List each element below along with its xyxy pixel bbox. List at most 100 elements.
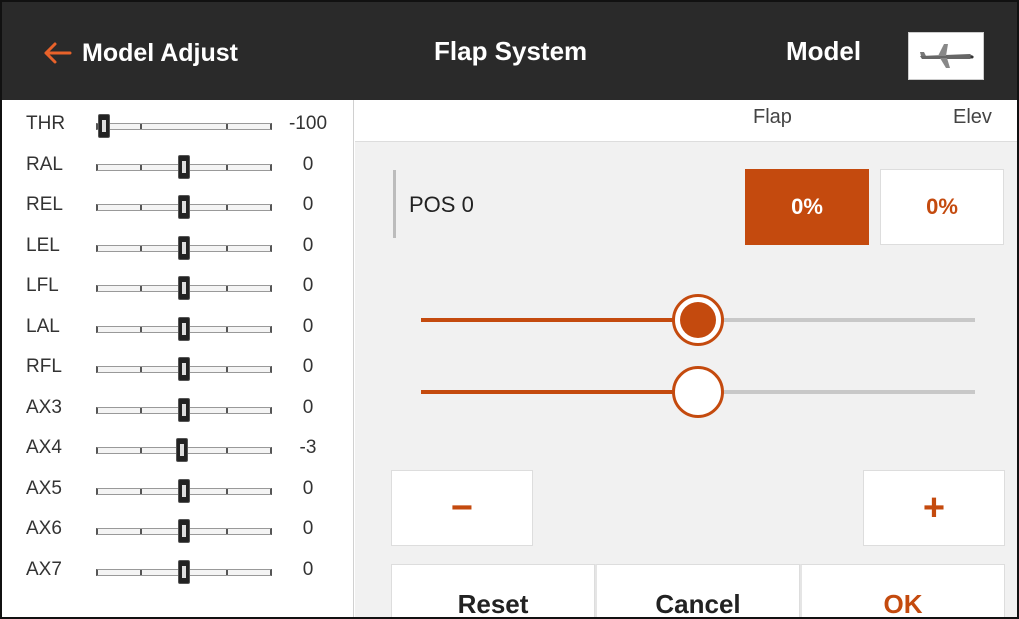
channel-bar-tick — [226, 407, 228, 413]
decrement-button[interactable]: − — [391, 470, 533, 546]
channel-bar-tick — [140, 529, 142, 534]
channel-row: THR -100 — [2, 104, 354, 144]
channel-bar-tick — [140, 326, 142, 332]
channel-bar-tick — [140, 286, 142, 291]
position-indicator — [393, 170, 396, 238]
channel-bar-tick — [226, 124, 228, 129]
channel-bar-tick — [226, 326, 228, 332]
flap-slider-knob[interactable] — [672, 294, 724, 346]
flap-system-panel: Flap Elev POS 0 0% 0% − + Reset Cancel O… — [355, 100, 1017, 617]
back-arrow-icon — [44, 42, 72, 64]
channel-bar-tick — [140, 245, 142, 251]
channel-monitor: THR -100 RAL 0 REL 0 LEL 0 LFL 0 LAL 0 RFL 0 AX3 0 AX4 -3… — [2, 100, 354, 617]
channel-bar — [96, 519, 272, 543]
flap-slider[interactable] — [421, 290, 975, 350]
channel-position-marker — [98, 114, 110, 138]
channel-bar-tick — [226, 245, 228, 251]
channel-name: THR — [26, 113, 66, 134]
channel-bar-tick — [226, 286, 228, 291]
elev-slider[interactable] — [421, 362, 975, 422]
position-label: POS 0 — [409, 192, 474, 217]
channel-value: 0 — [302, 315, 314, 337]
channel-bar-tick — [226, 164, 228, 170]
channel-bar — [96, 438, 272, 462]
channel-name: AX5 — [26, 477, 62, 499]
channel-value: 0 — [302, 234, 314, 256]
channel-bar — [96, 276, 272, 300]
flap-value-box[interactable]: 0% — [745, 169, 869, 245]
channel-value: 0 — [302, 396, 314, 418]
slider-fill — [421, 390, 698, 394]
channel-bar — [96, 357, 272, 381]
channel-value: 0 — [302, 356, 314, 377]
col-header-elev: Elev — [953, 106, 992, 128]
slider-fill — [421, 318, 698, 322]
channel-bar-tick — [140, 124, 142, 129]
channel-bar-tick — [140, 205, 142, 210]
channel-name: AX3 — [26, 396, 62, 418]
channel-name: RFL — [26, 356, 62, 377]
header-bar: Model Adjust Flap System Model — [2, 2, 1017, 100]
plus-icon: + — [922, 486, 946, 529]
channel-name: LEL — [26, 234, 60, 256]
channel-row: LFL 0 — [2, 266, 354, 306]
channel-bar — [96, 559, 272, 584]
channel-row: AX5 0 — [2, 469, 354, 509]
channel-bar-tick — [226, 488, 228, 494]
channel-bar — [96, 235, 272, 260]
channel-bar-tick — [226, 569, 228, 575]
channel-bar — [96, 478, 272, 503]
channel-position-marker — [178, 357, 190, 381]
channel-row: LEL 0 — [2, 226, 354, 266]
channel-row: AX3 0 — [2, 388, 354, 428]
back-button[interactable]: Model Adjust — [42, 36, 238, 70]
channel-position-marker — [178, 235, 190, 260]
airplane-icon — [920, 44, 974, 68]
increment-button[interactable]: + — [863, 470, 1005, 546]
channel-row: RAL 0 — [2, 145, 354, 185]
channel-bar-tick — [140, 488, 142, 494]
channel-position-marker — [178, 316, 190, 341]
channel-name: RAL — [26, 153, 63, 175]
channel-bar — [96, 154, 272, 179]
minus-icon: − — [450, 486, 474, 529]
channel-value: -3 — [299, 437, 317, 458]
channel-bar-tick — [226, 448, 228, 453]
channel-bar-tick — [226, 529, 228, 534]
channel-position-marker — [175, 438, 188, 462]
channel-name: REL — [26, 194, 63, 215]
channel-bar-tick — [140, 164, 142, 170]
flap-value: 0% — [791, 194, 823, 219]
column-header-bar: Flap Elev — [355, 100, 1017, 142]
channel-row: AX6 0 — [2, 509, 354, 549]
channel-name: LFL — [26, 275, 59, 296]
channel-row: AX4 -3 — [2, 428, 354, 468]
channel-position-marker — [178, 154, 190, 179]
reset-button[interactable]: Reset — [391, 564, 595, 617]
channel-row: REL 0 — [2, 185, 354, 225]
channel-name: AX4 — [26, 437, 62, 458]
model-label: Model — [786, 36, 862, 66]
model-image[interactable] — [908, 32, 984, 80]
channel-value: 0 — [302, 153, 314, 175]
back-label: Model Adjust — [82, 38, 239, 67]
channel-value: 0 — [302, 477, 314, 499]
channel-row: LAL 0 — [2, 307, 354, 347]
elev-value-box[interactable]: 0% — [880, 169, 1004, 245]
cancel-button[interactable]: Cancel — [595, 564, 800, 617]
channel-value: 0 — [302, 194, 314, 215]
channel-name: AX6 — [26, 518, 62, 539]
elev-slider-knob[interactable] — [672, 366, 724, 418]
screen-frame: Model Adjust Flap System Model THR -100 RA… — [0, 0, 1019, 619]
page-title: Flap System — [434, 36, 588, 66]
channel-position-marker — [178, 559, 190, 584]
channel-value: 0 — [302, 558, 314, 580]
ok-button[interactable]: OK — [800, 564, 1005, 617]
channel-row: RFL 0 — [2, 347, 354, 387]
channel-name: AX7 — [26, 558, 62, 580]
channel-row: AX7 0 — [2, 550, 354, 590]
channel-bar-tick — [140, 367, 142, 372]
position-row: POS 0 0% 0% — [355, 162, 1017, 246]
channel-bar-tick — [226, 205, 228, 210]
channel-bar — [96, 397, 272, 422]
